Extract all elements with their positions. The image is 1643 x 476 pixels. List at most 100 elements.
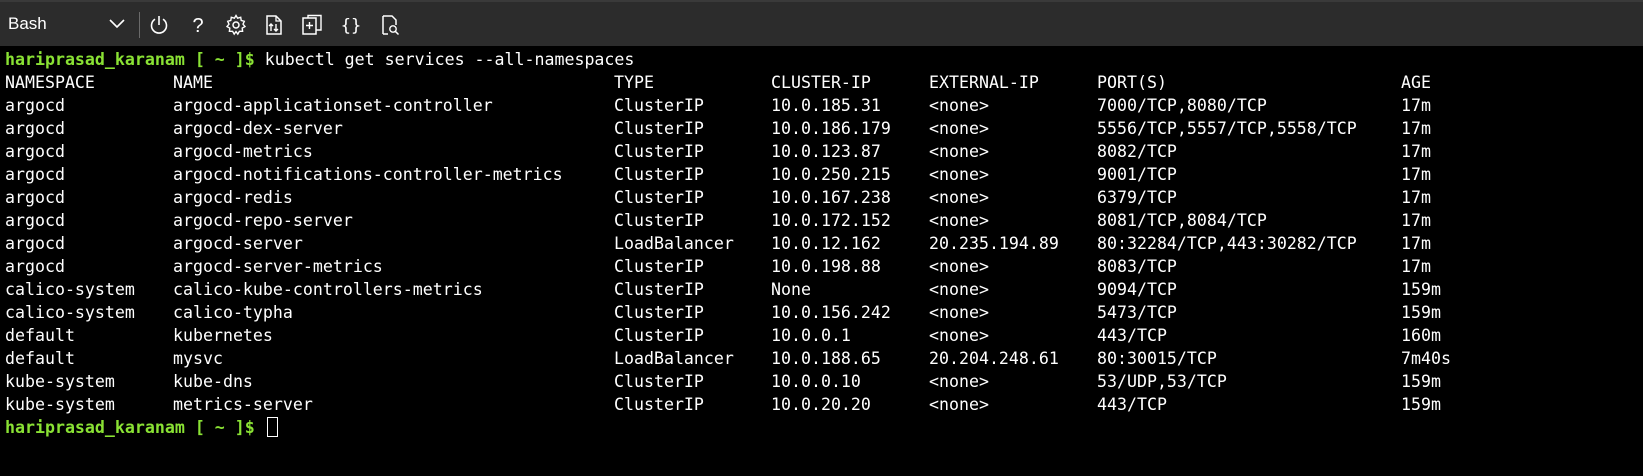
cell-age: 17m [1401, 165, 1431, 184]
header-age: AGE [1401, 73, 1431, 92]
cell-external-ip: <none> [929, 96, 989, 115]
terminal-cursor [266, 417, 278, 437]
table-row: argocd argocd-server LoadBalancer 10.0.12.1… [5, 232, 1635, 256]
cell-ports: 80:32284/TCP,443:30282/TCP [1097, 234, 1357, 253]
cell-namespace: kube-system [5, 395, 115, 414]
cell-namespace: argocd [5, 96, 65, 115]
cell-type: ClusterIP [614, 303, 704, 322]
svg-text:?: ? [192, 15, 203, 37]
cell-ports: 53/UDP,53/TCP [1097, 372, 1227, 391]
cell-cluster-ip: 10.0.250.215 [771, 165, 891, 184]
table-row: argocd argocd-repo-server ClusterIP 10.0.17… [5, 209, 1635, 233]
cell-namespace: argocd [5, 188, 65, 207]
braces-icon: {} [341, 16, 361, 36]
settings-button[interactable] [224, 13, 248, 37]
cell-cluster-ip: 10.0.12.162 [771, 234, 881, 253]
final-prompt: hariprasad_karanam [ ~ ]$ [5, 418, 255, 437]
power-icon [150, 16, 168, 34]
upload-download-button[interactable] [262, 13, 286, 37]
cell-name: mysvc [173, 349, 223, 368]
cell-ports: 443/TCP [1097, 395, 1167, 414]
cell-type: ClusterIP [614, 395, 704, 414]
table-row: argocd argocd-server-metrics ClusterIP 10.0… [5, 255, 1635, 279]
shell-selector[interactable]: Bash [0, 2, 130, 46]
table-row: argocd argocd-applicationset-controller Cl… [5, 94, 1635, 118]
cell-external-ip: <none> [929, 142, 989, 161]
cell-cluster-ip: 10.0.20.20 [771, 395, 871, 414]
cell-name: argocd-notifications-controller-metrics [173, 165, 563, 184]
final-prompt-line: hariprasad_karanam [ ~ ]$ [5, 416, 278, 440]
cell-age: 17m [1401, 211, 1431, 230]
cell-cluster-ip: 10.0.198.88 [771, 257, 881, 276]
cell-cluster-ip: None [771, 280, 811, 299]
cell-cluster-ip: 10.0.172.152 [771, 211, 891, 230]
cell-cluster-ip: 10.0.188.65 [771, 349, 881, 368]
cell-namespace: argocd [5, 234, 65, 253]
open-editor-icon [302, 14, 322, 35]
cell-external-ip: <none> [929, 165, 989, 184]
cell-cluster-ip: 10.0.123.87 [771, 142, 881, 161]
cell-namespace: argocd [5, 142, 65, 161]
cell-type: ClusterIP [614, 188, 704, 207]
gear-icon [225, 14, 247, 36]
cell-cluster-ip: 10.0.186.179 [771, 119, 891, 138]
svg-text:{}: {} [341, 16, 361, 36]
cell-namespace: kube-system [5, 372, 115, 391]
help-icon: ? [192, 15, 203, 37]
cell-age: 17m [1401, 142, 1431, 161]
cell-age: 17m [1401, 257, 1431, 276]
cell-type: ClusterIP [614, 165, 704, 184]
cell-ports: 6379/TCP [1097, 188, 1177, 207]
cell-ports: 7000/TCP,8080/TCP [1097, 96, 1267, 115]
cell-external-ip: <none> [929, 395, 989, 414]
cell-namespace: argocd [5, 257, 65, 276]
cell-type: ClusterIP [614, 96, 704, 115]
cell-name: kube-dns [173, 372, 253, 391]
cell-age: 160m [1401, 326, 1441, 345]
cell-name: kubernetes [173, 326, 273, 345]
cell-age: 7m40s [1401, 349, 1451, 368]
header-ports: PORT(S) [1097, 73, 1167, 92]
table-row: calico-system calico-kube-controllers-met… [5, 278, 1635, 302]
terminal[interactable]: hariprasad_karanam [ ~ ]$ kubectl get se… [0, 48, 1643, 476]
cell-ports: 8082/TCP [1097, 142, 1177, 161]
cell-age: 17m [1401, 234, 1431, 253]
cell-external-ip: <none> [929, 211, 989, 230]
toolbar-divider [139, 12, 140, 38]
cell-name: argocd-server-metrics [173, 257, 383, 276]
cell-type: ClusterIP [614, 142, 704, 161]
cell-ports: 5473/TCP [1097, 303, 1177, 322]
cell-cluster-ip: 10.0.0.1 [771, 326, 851, 345]
prompt: hariprasad_karanam [ ~ ]$ [5, 50, 255, 69]
cell-external-ip: 20.235.194.89 [929, 234, 1059, 253]
cell-ports: 8081/TCP,8084/TCP [1097, 211, 1267, 230]
cell-type: LoadBalancer [614, 234, 734, 253]
cell-ports: 9094/TCP [1097, 280, 1177, 299]
header-name: NAME [173, 73, 213, 92]
cell-type: ClusterIP [614, 372, 704, 391]
cell-age: 159m [1401, 280, 1441, 299]
cell-external-ip: <none> [929, 188, 989, 207]
preview-icon [382, 15, 400, 36]
cell-namespace: argocd [5, 119, 65, 138]
cell-namespace: calico-system [5, 280, 135, 299]
cell-type: ClusterIP [614, 280, 704, 299]
restart-button[interactable] [147, 13, 171, 37]
cell-ports: 8083/TCP [1097, 257, 1177, 276]
manage-files-button[interactable] [378, 13, 402, 37]
cell-external-ip: <none> [929, 119, 989, 138]
open-editor-button[interactable] [300, 13, 324, 37]
header-external-ip: EXTERNAL-IP [929, 73, 1039, 92]
table-row: kube-system metrics-server ClusterIP 10.0.2… [5, 393, 1635, 417]
cell-name: calico-kube-controllers-metrics [173, 280, 483, 299]
cell-ports: 80:30015/TCP [1097, 349, 1217, 368]
cell-ports: 443/TCP [1097, 326, 1167, 345]
upload-download-icon [266, 15, 282, 35]
table-row: default mysvc LoadBalancer 10.0.188.65 20.20… [5, 347, 1635, 371]
cell-external-ip: <none> [929, 280, 989, 299]
web-preview-button[interactable]: {} [339, 13, 363, 37]
help-button[interactable]: ? [186, 13, 210, 37]
cell-cluster-ip: 10.0.185.31 [771, 96, 881, 115]
cell-type: ClusterIP [614, 326, 704, 345]
table-row: argocd argocd-dex-server ClusterIP 10.0.186… [5, 117, 1635, 141]
